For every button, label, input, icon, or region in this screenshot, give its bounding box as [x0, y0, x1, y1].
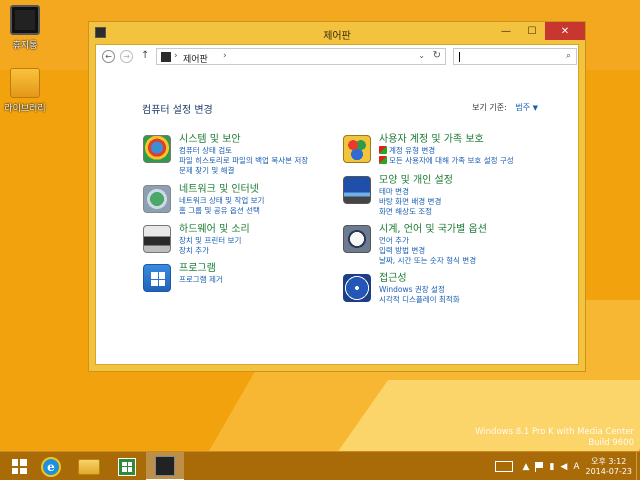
uac-shield-icon — [379, 146, 387, 154]
taskbar-control-panel[interactable] — [146, 452, 184, 480]
view-by-label: 보기 기준: — [472, 103, 507, 112]
search-icon[interactable]: ⌕ — [566, 51, 571, 61]
close-button[interactable]: ✕ — [545, 22, 585, 40]
build-watermark: Windows 8.1 Pro K with Media Center Buil… — [475, 427, 634, 449]
chevron-up-icon[interactable]: ▲ — [523, 462, 530, 472]
uac-shield-icon — [379, 156, 387, 164]
category-link-text: 모든 사용자에 대해 가족 보호 설정 구성 — [389, 156, 514, 165]
category-link[interactable]: 테마 변경 — [379, 187, 589, 197]
category-link[interactable]: 날짜, 시간 또는 숫자 형식 변경 — [379, 256, 589, 266]
search-input[interactable]: ⌕ — [453, 48, 577, 65]
file-explorer-icon — [78, 458, 100, 475]
printer-icon[interactable] — [143, 225, 171, 253]
category-link[interactable]: 계정 유형 변경 — [379, 146, 589, 156]
category-heading[interactable]: 시계, 언어 및 국가별 옵션 — [379, 223, 589, 236]
watermark-build: Build 9600 — [588, 438, 634, 448]
input-language-indicator[interactable]: A — [573, 462, 579, 472]
network-icon[interactable]: ▮ — [549, 462, 554, 472]
action-center-flag-icon[interactable] — [535, 461, 544, 472]
taskbar-store[interactable] — [108, 452, 146, 480]
category-link[interactable]: 시각적 디스플레이 최적화 — [379, 295, 589, 305]
clock[interactable]: 오후 3:12 2014-07-23 — [586, 457, 633, 477]
volume-icon[interactable]: ◀ — [560, 462, 567, 472]
control-panel-window: 제어판 — ☐ ✕ ← → ↑ › 제어판 › ⌄ ↻ ⌕ 컴퓨터 설정 변경 … — [88, 21, 586, 372]
desktop-icon-label: 휴지통 — [12, 41, 38, 51]
category-link[interactable]: 홈 그룹 및 공유 옵션 선택 — [179, 206, 389, 216]
control-panel-icon — [161, 52, 171, 62]
clock-icon[interactable] — [343, 225, 371, 253]
touch-keyboard-icon[interactable] — [494, 461, 513, 472]
category-link[interactable]: 바탕 화면 배경 변경 — [379, 197, 589, 207]
clock-time: 오후 3:12 — [591, 456, 627, 466]
category-link[interactable]: 모든 사용자에 대해 가족 보호 설정 구성 — [379, 156, 589, 166]
programs-icon[interactable] — [143, 264, 171, 292]
up-button[interactable]: ↑ — [141, 50, 149, 61]
window-content: ← → ↑ › 제어판 › ⌄ ↻ ⌕ 컴퓨터 설정 변경 보기 기준: 범주 … — [95, 44, 579, 365]
appearance-monitor-icon[interactable] — [343, 176, 371, 204]
back-button[interactable]: ← — [102, 50, 115, 63]
category-heading[interactable]: 접근성 — [379, 272, 589, 285]
maximize-button[interactable]: ☐ — [519, 22, 545, 40]
desktop-icon-libraries[interactable]: 라이브러리 — [0, 68, 52, 114]
show-desktop-button[interactable] — [636, 452, 640, 480]
accessibility-icon[interactable] — [343, 274, 371, 302]
category-link[interactable]: 화면 해상도 조정 — [379, 207, 589, 217]
breadcrumb-separator[interactable]: › — [174, 51, 178, 61]
category-heading[interactable]: 사용자 계정 및 가족 보호 — [379, 133, 589, 146]
page-title: 컴퓨터 설정 변경 — [142, 105, 213, 116]
view-by-dropdown[interactable]: 범주 — [515, 103, 530, 112]
refresh-icon[interactable]: ↻ — [433, 50, 441, 61]
desktop-icon-recycle-bin[interactable]: 휴지통 — [0, 5, 52, 51]
libraries-folder-icon — [10, 68, 40, 98]
text-cursor — [459, 52, 460, 62]
chevron-down-icon[interactable]: ▼ — [533, 104, 538, 112]
breadcrumb-separator[interactable]: › — [223, 51, 227, 61]
category-heading[interactable]: 모양 및 개인 설정 — [379, 174, 589, 187]
category-link-text: 계정 유형 변경 — [389, 146, 436, 155]
category-link[interactable]: Windows 권장 설정 — [379, 285, 589, 295]
category-link[interactable]: 문제 찾기 및 해결 — [179, 166, 389, 176]
taskbar: e ▲ ▮ ◀ A 오후 3:12 2014-07-23 — [0, 451, 640, 480]
network-globe-icon[interactable] — [143, 185, 171, 213]
chevron-down-icon[interactable]: ⌄ — [418, 51, 425, 60]
watermark-edition: Windows 8.1 Pro K with Media Center — [475, 427, 634, 437]
category-link[interactable]: 입력 방법 변경 — [379, 246, 589, 256]
forward-button[interactable]: → — [120, 50, 133, 63]
taskbar-internet-explorer[interactable]: e — [32, 452, 70, 480]
title-bar[interactable]: 제어판 — ☐ ✕ — [89, 22, 585, 44]
store-icon — [118, 457, 136, 476]
view-by-control: 보기 기준: 범주 ▼ — [472, 102, 538, 113]
internet-explorer-icon: e — [41, 456, 61, 477]
system-tray: ▲ ▮ ◀ A 오후 3:12 2014-07-23 — [494, 452, 640, 480]
minimize-button[interactable]: — — [493, 22, 519, 40]
windows-logo-icon — [11, 459, 27, 474]
users-family-icon[interactable] — [343, 135, 371, 163]
taskbar-file-explorer[interactable] — [70, 452, 108, 480]
breadcrumb-control-panel[interactable]: 제어판 — [183, 52, 208, 65]
desktop-icon-label: 라이브러리 — [4, 104, 46, 114]
security-shield-icon[interactable] — [143, 135, 171, 163]
clock-date: 2014-07-23 — [585, 466, 633, 476]
recycle-bin-icon — [10, 5, 40, 35]
address-bar: ← → ↑ › 제어판 › ⌄ ↻ ⌕ — [96, 47, 578, 67]
category-link[interactable]: 언어 추가 — [379, 236, 589, 246]
control-panel-icon — [155, 455, 175, 476]
address-field[interactable]: › 제어판 › ⌄ ↻ — [156, 48, 446, 65]
